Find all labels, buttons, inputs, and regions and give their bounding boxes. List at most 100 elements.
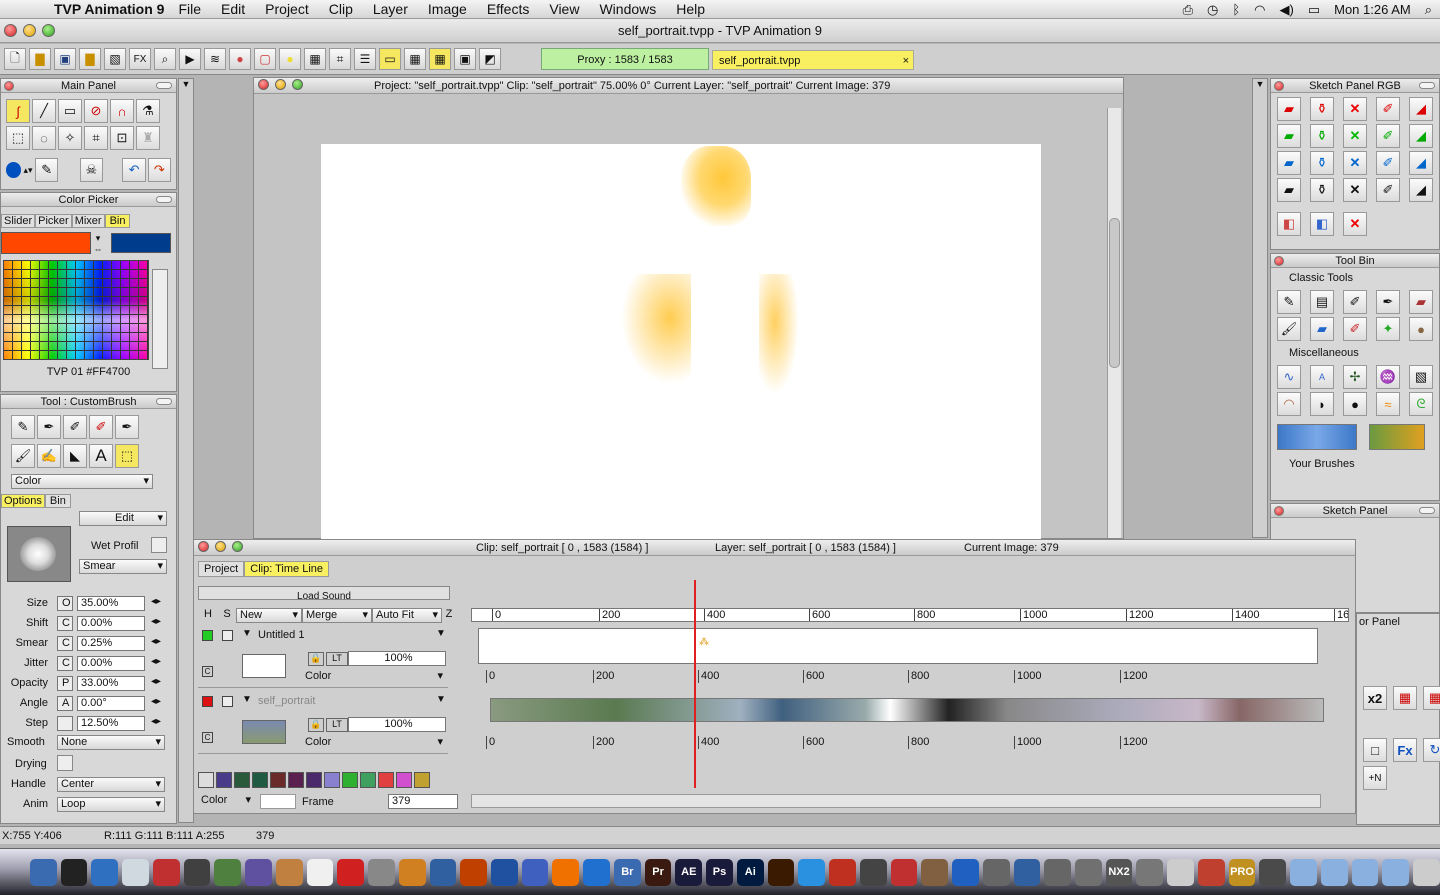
classic-crayon-icon[interactable]: ▰: [1409, 290, 1433, 314]
classic-green-icon[interactable]: ✦: [1376, 317, 1400, 341]
blue-eraser-icon[interactable]: ◢: [1409, 151, 1433, 175]
dock-app-icon[interactable]: [982, 858, 1010, 886]
layer-menu-icon[interactable]: ▼: [436, 628, 446, 639]
black-ink-icon[interactable]: ⚱: [1310, 178, 1334, 202]
layout-2-icon[interactable]: ▦: [429, 48, 451, 70]
fill-tool-icon[interactable]: ⚗: [136, 99, 160, 123]
layer-visibility-toggle[interactable]: [202, 630, 213, 641]
layer-solo-toggle[interactable]: [222, 630, 233, 641]
layer-c-flag[interactable]: C: [202, 732, 213, 743]
misc-wood-icon[interactable]: ◠: [1277, 392, 1301, 416]
green-marker-icon[interactable]: ▰: [1277, 124, 1301, 148]
layer-c-flag[interactable]: C: [202, 666, 213, 677]
right-dock-strip[interactable]: ▼: [1252, 78, 1268, 538]
dock-app-icon[interactable]: [30, 858, 57, 886]
collapse-icon[interactable]: [156, 398, 172, 405]
dock-app-icon[interactable]: [306, 858, 334, 886]
stamp-icon[interactable]: ♜: [136, 126, 160, 150]
secondary-color-swatch[interactable]: [111, 233, 171, 253]
color-filter-swatch[interactable]: [260, 794, 296, 809]
dock-app-icon[interactable]: [1413, 858, 1440, 886]
layout-grid-icon[interactable]: ▦: [404, 48, 426, 70]
close-canvas-button[interactable]: [258, 79, 269, 90]
warp-icon[interactable]: ⌗: [84, 126, 108, 150]
param-stepper-icon[interactable]: ◂▸: [151, 676, 161, 687]
stack-icon[interactable]: ☰: [354, 48, 376, 70]
loop-icon[interactable]: ↻: [1423, 738, 1440, 762]
menu-layer[interactable]: Layer: [373, 1, 408, 17]
tab-bin[interactable]: Bin: [44, 494, 71, 508]
param-value[interactable]: 0.00%: [77, 656, 145, 671]
scroll-thumb[interactable]: [1109, 218, 1120, 368]
load-sound-button[interactable]: Load Sound: [198, 586, 450, 600]
save-icon[interactable]: ▣: [54, 48, 76, 70]
tab-clip-timeline[interactable]: Clip: Time Line: [244, 561, 330, 577]
grid-icon[interactable]: ▦: [304, 48, 326, 70]
lasso-icon[interactable]: ◌: [32, 126, 56, 150]
dock-app-icon[interactable]: [152, 858, 180, 886]
tab-project[interactable]: Project: [198, 561, 245, 577]
wifi-icon[interactable]: ◠: [1254, 2, 1265, 18]
layer-row[interactable]: ▼ self_portrait ▼ C 🔒 LT 100% Color: [198, 690, 448, 754]
menu-windows[interactable]: Windows: [599, 1, 656, 17]
dock-app-icon[interactable]: AE: [675, 858, 703, 886]
misc-swirl-icon[interactable]: ᘓ: [1409, 392, 1433, 416]
dock-app-icon[interactable]: [183, 858, 211, 886]
dock-app-icon[interactable]: Br: [613, 858, 641, 886]
dock-app-icon[interactable]: [1167, 858, 1194, 886]
proxy-indicator[interactable]: Proxy : 1583 / 1583: [541, 48, 709, 70]
menu-clip[interactable]: Clip: [329, 1, 353, 17]
param-flag[interactable]: [57, 716, 73, 731]
color-tag[interactable]: [378, 772, 394, 788]
dock-app-icon[interactable]: [122, 858, 149, 886]
dock-app-icon[interactable]: [60, 858, 88, 886]
app-menu[interactable]: TVP Animation 9: [54, 1, 164, 17]
misc-texture-icon[interactable]: ▧: [1409, 365, 1433, 389]
green-brush-icon[interactable]: ✐: [1376, 124, 1400, 148]
fx-button[interactable]: FX: [129, 48, 151, 70]
chevron-down-icon[interactable]: ▼: [242, 628, 252, 639]
red-brush-icon[interactable]: ✐: [1376, 97, 1400, 121]
dock-app-icon[interactable]: Pr: [644, 858, 672, 886]
tab-mixer[interactable]: Mixer: [71, 214, 105, 228]
layer-visibility-toggle[interactable]: [202, 696, 213, 707]
minimize-canvas-button[interactable]: [275, 79, 286, 90]
red-marker-icon[interactable]: ▰: [1277, 97, 1301, 121]
color-tag[interactable]: [360, 772, 376, 788]
red-delete-icon[interactable]: ✕: [1343, 97, 1367, 121]
tab-slider[interactable]: Slider: [1, 214, 36, 228]
circle-tool-icon[interactable]: ⊘: [84, 99, 108, 123]
layer-thumbnail[interactable]: [242, 720, 286, 744]
blue-ink-icon[interactable]: ⚱: [1310, 151, 1334, 175]
color-wheel-icon[interactable]: ●: [229, 48, 251, 70]
dock-app-icon[interactable]: [368, 858, 395, 886]
close-panel-icon[interactable]: [1274, 256, 1284, 266]
menu-help[interactable]: Help: [676, 1, 705, 17]
classic-brush-icon[interactable]: 🖌: [1277, 317, 1301, 341]
volume-icon[interactable]: ◀): [1279, 2, 1293, 18]
layers-icon[interactable]: ≋: [204, 48, 226, 70]
menu-image[interactable]: Image: [428, 1, 467, 17]
tab-bin[interactable]: Bin: [104, 214, 131, 228]
pencil-icon[interactable]: ✎: [11, 415, 35, 439]
left-dock-strip[interactable]: ▼: [178, 78, 194, 823]
color-filter-select[interactable]: Color: [198, 794, 254, 809]
dock-app-icon[interactable]: [798, 858, 826, 886]
anim-select[interactable]: Loop: [57, 797, 165, 812]
lock-icon[interactable]: 🔒: [308, 718, 324, 732]
param-flag[interactable]: C: [57, 636, 73, 651]
palette-grid[interactable]: [3, 260, 149, 360]
undo-icon[interactable]: ↶: [122, 158, 146, 182]
red-ink-icon[interactable]: ⚱: [1310, 97, 1334, 121]
brush-preview[interactable]: [7, 526, 71, 582]
wet-profile-checkbox[interactable]: [151, 537, 167, 553]
color-tag[interactable]: [324, 772, 340, 788]
color-tag[interactable]: [252, 772, 268, 788]
white-swatch-icon[interactable]: □: [1363, 738, 1387, 762]
param-stepper-icon[interactable]: ◂▸: [151, 716, 161, 727]
battery-icon[interactable]: ▭: [1308, 2, 1320, 18]
document-tab[interactable]: self_portrait.tvpp ×: [712, 50, 914, 70]
black-delete-icon[interactable]: ✕: [1343, 178, 1367, 202]
color-tag[interactable]: [306, 772, 322, 788]
freehand-tool-icon[interactable]: ∫: [6, 99, 30, 123]
